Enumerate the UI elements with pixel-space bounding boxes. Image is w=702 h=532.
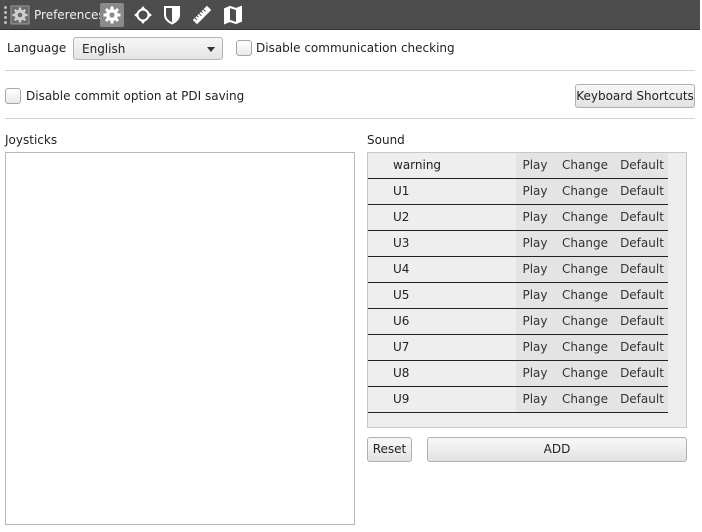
sound-row: U3 Play Change Default: [368, 231, 668, 257]
play-button[interactable]: Play: [516, 179, 554, 204]
sound-name: U3: [393, 236, 410, 250]
sound-name: warning: [393, 158, 442, 172]
sound-actions: Play Change Default: [516, 205, 668, 230]
disable-commit-checkbox[interactable]: [5, 88, 21, 104]
language-selected-value: English: [82, 42, 126, 56]
move-button[interactable]: [131, 3, 155, 27]
default-button[interactable]: Default: [616, 283, 668, 308]
chevron-down-icon: [207, 47, 215, 52]
sound-name: U2: [393, 210, 410, 224]
sound-row: U6 Play Change Default: [368, 309, 668, 335]
shield-button[interactable]: [160, 3, 184, 27]
disable-communication-checkbox[interactable]: [236, 40, 252, 56]
default-button[interactable]: Default: [616, 361, 668, 386]
sound-actions: Play Change Default: [516, 283, 668, 308]
sound-actions: Play Change Default: [516, 231, 668, 256]
toolbar-grip[interactable]: [4, 6, 8, 25]
sound-name: U6: [393, 314, 410, 328]
preferences-title: Preferences: [34, 8, 105, 22]
keyboard-shortcuts-button[interactable]: Keyboard Shortcuts: [575, 84, 695, 108]
sound-row: U5 Play Change Default: [368, 283, 668, 309]
joysticks-title: Joysticks: [5, 133, 58, 147]
play-button[interactable]: Play: [516, 387, 554, 412]
play-button[interactable]: Play: [516, 153, 554, 178]
change-button[interactable]: Change: [558, 153, 612, 178]
change-button[interactable]: Change: [558, 205, 612, 230]
disable-commit-label: Disable commit option at PDI saving: [26, 89, 245, 103]
settings-button[interactable]: [100, 3, 124, 27]
map-icon: [224, 5, 242, 25]
default-button[interactable]: Default: [616, 153, 668, 178]
sound-name: U7: [393, 340, 410, 354]
change-button[interactable]: Change: [558, 309, 612, 334]
sound-name: U5: [393, 288, 410, 302]
sound-name: U1: [393, 184, 410, 198]
change-button[interactable]: Change: [558, 361, 612, 386]
change-button[interactable]: Change: [558, 179, 612, 204]
play-button[interactable]: Play: [516, 361, 554, 386]
sound-table: warning Play Change Default U1 Play Change Defa…: [367, 152, 687, 428]
sound-row: U8 Play Change Default: [368, 361, 668, 387]
sound-actions: Play Change Default: [516, 179, 668, 204]
play-button[interactable]: Play: [516, 335, 554, 360]
default-button[interactable]: Default: [616, 205, 668, 230]
ruler-button[interactable]: [190, 3, 214, 27]
sound-name: U4: [393, 262, 410, 276]
settings-gear-icon: [103, 6, 121, 24]
play-button[interactable]: Play: [516, 309, 554, 334]
sound-row: U9 Play Change Default: [368, 387, 668, 413]
sound-actions: Play Change Default: [516, 257, 668, 282]
sound-row: U7 Play Change Default: [368, 335, 668, 361]
disable-communication-label: Disable communication checking: [256, 41, 455, 55]
sound-row: U1 Play Change Default: [368, 179, 668, 205]
change-button[interactable]: Change: [558, 283, 612, 308]
sound-actions: Play Change Default: [516, 153, 668, 178]
divider: [5, 70, 695, 71]
sound-title: Sound: [367, 133, 405, 147]
ruler-icon: [192, 5, 212, 25]
preferences-gear-icon: [10, 5, 30, 25]
language-label: Language: [7, 41, 67, 55]
change-button[interactable]: Change: [558, 335, 612, 360]
sound-name: U8: [393, 366, 410, 380]
map-button[interactable]: [221, 3, 245, 27]
play-button[interactable]: Play: [516, 283, 554, 308]
add-button[interactable]: ADD: [427, 437, 687, 462]
sound-actions: Play Change Default: [516, 335, 668, 360]
sound-name: U9: [393, 392, 410, 406]
default-button[interactable]: Default: [616, 309, 668, 334]
toolbar: Preferences: [0, 0, 700, 30]
change-button[interactable]: Change: [558, 387, 612, 412]
move-arrows-icon: [134, 6, 152, 24]
play-button[interactable]: Play: [516, 257, 554, 282]
joysticks-list[interactable]: [5, 152, 355, 525]
language-select[interactable]: English: [73, 37, 223, 60]
sound-row: U4 Play Change Default: [368, 257, 668, 283]
reset-button[interactable]: Reset: [367, 437, 412, 462]
play-button[interactable]: Play: [516, 231, 554, 256]
default-button[interactable]: Default: [616, 231, 668, 256]
change-button[interactable]: Change: [558, 257, 612, 282]
shield-icon: [164, 6, 180, 25]
default-button[interactable]: Default: [616, 257, 668, 282]
play-button[interactable]: Play: [516, 205, 554, 230]
sound-actions: Play Change Default: [516, 309, 668, 334]
change-button[interactable]: Change: [558, 231, 612, 256]
sound-actions: Play Change Default: [516, 361, 668, 386]
default-button[interactable]: Default: [616, 387, 668, 412]
default-button[interactable]: Default: [616, 335, 668, 360]
sound-row: warning Play Change Default: [368, 153, 668, 179]
divider: [5, 118, 695, 119]
default-button[interactable]: Default: [616, 179, 668, 204]
sound-row: U2 Play Change Default: [368, 205, 668, 231]
sound-actions: Play Change Default: [516, 387, 668, 412]
